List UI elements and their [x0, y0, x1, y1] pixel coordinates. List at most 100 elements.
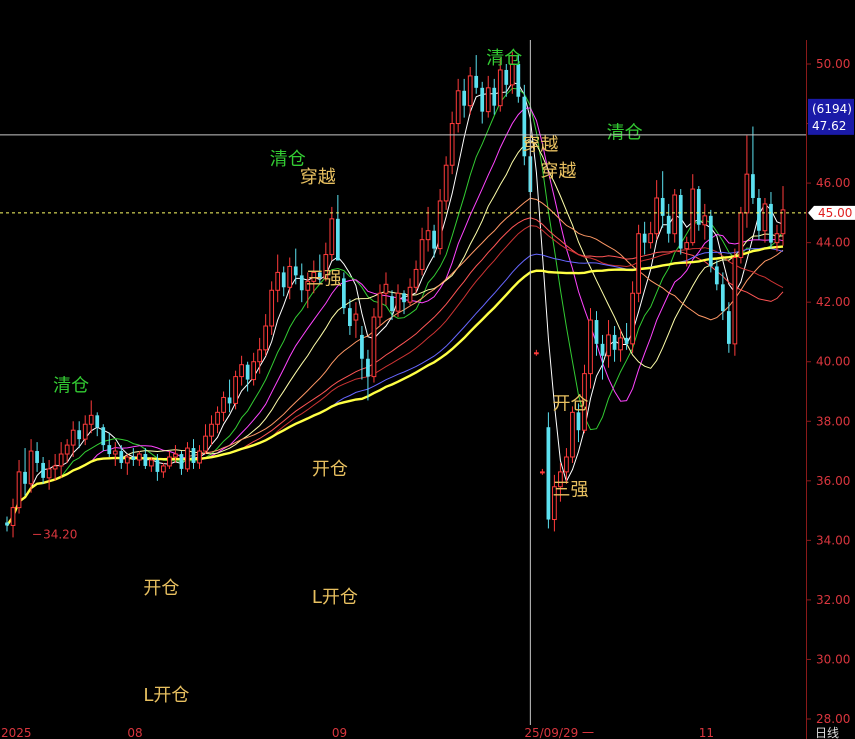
- candle-body-67: [407, 286, 413, 303]
- signal-label-11: 穿越: [540, 161, 576, 182]
- candle-body-29: [179, 454, 184, 469]
- candle-body-114: [690, 188, 696, 244]
- candle-body-47: [287, 265, 293, 288]
- candle-body-17: [107, 445, 112, 455]
- candle-body-108: [654, 197, 660, 235]
- candle-body-79: [480, 87, 485, 112]
- candle-body-99: [600, 343, 605, 356]
- candle-body-9: [58, 453, 64, 467]
- candle-body-4: [28, 450, 34, 485]
- candle-body-119: [720, 284, 725, 312]
- candle-body-127: [769, 203, 773, 243]
- candle-body-0: [5, 522, 9, 526]
- candle-body-8: [52, 465, 58, 470]
- candle-body-6: [41, 462, 45, 478]
- candle-body-107: [648, 233, 654, 244]
- candle-body-106: [642, 233, 647, 243]
- y-tick-label-38: 38.00: [816, 414, 850, 428]
- signal-label-8: 清仓: [486, 48, 522, 69]
- candle-body-37: [227, 397, 232, 404]
- candle-body-20: [124, 456, 130, 464]
- candle-body-2: [16, 471, 22, 509]
- candle-body-110: [666, 215, 671, 234]
- candle-body-112: [678, 195, 683, 249]
- candle-body-75: [455, 90, 461, 125]
- candle-body-31: [191, 448, 196, 463]
- candle-body-3: [23, 471, 27, 484]
- signal-label-4: 穿越: [300, 167, 336, 188]
- candle-body-93: [564, 456, 569, 473]
- candle-body-128: [774, 233, 780, 244]
- signal-label-2: L开仓: [143, 685, 189, 706]
- candle-body-24: [149, 459, 154, 467]
- candle-body-57: [348, 308, 352, 326]
- chart-background: [0, 0, 855, 739]
- candle-body-56: [342, 278, 346, 309]
- y-tick-label-40: 40.00: [816, 355, 850, 369]
- candle-body-98: [594, 320, 599, 344]
- low-price-label: 34.20: [43, 527, 77, 541]
- candle-body-36: [221, 396, 226, 413]
- signal-label-13: 清仓: [607, 122, 643, 143]
- candle-body-15: [95, 415, 100, 428]
- candle-body-70: [425, 230, 431, 241]
- candle-body-13: [82, 423, 88, 440]
- candle-body-25: [155, 459, 160, 472]
- candle-body-125: [757, 197, 761, 231]
- candle-body-41: [251, 361, 257, 381]
- candle-body-23: [143, 454, 148, 466]
- signal-label-12: 穿越: [522, 134, 558, 155]
- price-tag-value: 45.00: [818, 206, 852, 220]
- candle-body-74: [449, 123, 455, 166]
- candle-body-77: [467, 75, 473, 107]
- candle-body-16: [101, 427, 106, 446]
- candle-body-117: [708, 215, 713, 267]
- x-label-3: 25/09/29 一: [524, 726, 594, 739]
- candle-body-32: [197, 450, 202, 464]
- candle-body-72: [437, 200, 443, 250]
- candle-body-123: [744, 173, 750, 214]
- signal-label-9: 开仓: [552, 393, 588, 414]
- candle-body-14: [88, 414, 94, 425]
- candle-body-113: [684, 242, 690, 250]
- candle-body-30: [185, 447, 190, 470]
- x-label-4: 11: [699, 726, 714, 739]
- x-label-1: 08: [127, 726, 142, 739]
- y-tick-label-50: 50.00: [816, 57, 850, 71]
- price-badge-count: (6194): [812, 102, 852, 116]
- candle-body-46: [281, 272, 286, 288]
- candle-body-21: [131, 457, 136, 460]
- candle-body-61: [371, 316, 377, 378]
- candle-body-121: [732, 257, 738, 345]
- candle-body-71: [432, 230, 436, 249]
- candle-body-44: [269, 289, 275, 327]
- candle-body-116: [702, 215, 708, 226]
- y-tick-label-30: 30.00: [816, 652, 850, 666]
- candle-body-28: [173, 453, 178, 458]
- candle-body-18: [112, 450, 118, 455]
- candle-body-11: [70, 429, 76, 446]
- candle-body-43: [263, 325, 269, 351]
- candle-body-12: [77, 430, 82, 440]
- candle-body-1: [10, 507, 16, 526]
- candle-body-26: [161, 465, 166, 473]
- candle-body-100: [606, 334, 611, 357]
- candle-body-120: [726, 311, 731, 344]
- candle-body-65: [395, 292, 401, 312]
- candlestick-chart[interactable]: 28.00 30.00 32.00 34.00 36.00 38.00 40.00 42.00…: [0, 0, 855, 739]
- candle-body-63: [383, 283, 389, 294]
- candle-body-115: [696, 189, 701, 225]
- candle-body-59: [360, 334, 364, 359]
- candle-body-19: [119, 451, 124, 463]
- candle-body-124: [751, 174, 755, 198]
- candle-body-81: [492, 87, 497, 106]
- candle-body-88: [533, 352, 539, 355]
- candle-body-69: [419, 239, 425, 270]
- candle-body-73: [443, 164, 449, 202]
- signal-label-1: 开仓: [143, 578, 179, 599]
- candle-body-55: [335, 218, 340, 261]
- candle-body-7: [46, 468, 52, 479]
- candle-body-105: [636, 233, 641, 294]
- candle-body-42: [257, 349, 263, 363]
- candle-body-103: [624, 337, 629, 344]
